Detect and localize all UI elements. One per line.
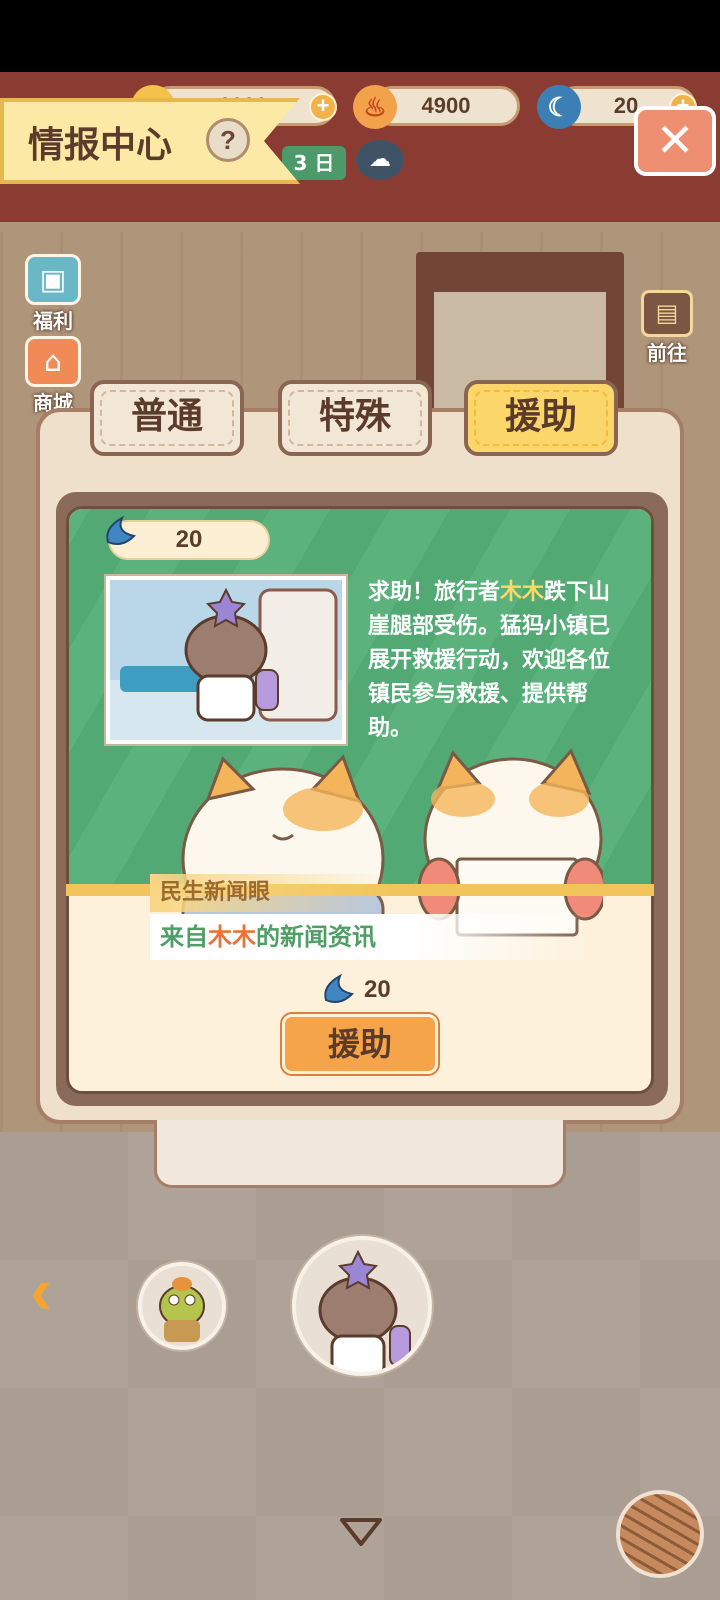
goto-label: 前往 [647,341,687,365]
blue-banana-icon: ☾ [537,85,581,129]
news-story: 求助！旅行者木木跌下山崖腿部受伤。猛犸小镇已展开救援行动，欢迎各位镇民参与救援、… [368,576,630,746]
headline-prefix: 来自 [160,923,208,951]
tab-normal[interactable]: 普通 [90,380,244,456]
story-name: 木木 [500,580,545,605]
previous-character-button[interactable]: ‹ [30,1257,80,1323]
close-button[interactable]: ✕ [634,106,716,176]
headline-name: 木木 [208,923,256,951]
status-bar [0,0,720,72]
reward-value: 20 [175,526,203,553]
fire-icon: ♨ [353,85,397,129]
character-avatar-mammoth[interactable] [292,1236,432,1376]
story-prefix: 求助！旅行者 [368,580,501,605]
sidebar-item-label: 福利 [33,309,73,333]
notice-board-icon: ▤ [641,290,693,337]
headline-suffix: 的新闻资讯 [256,923,376,951]
news-headline: 来自木木的新闻资讯 [150,914,590,960]
blue-banana-icon [324,973,354,1003]
aid-button[interactable]: 援助 [282,1014,438,1074]
tab-special[interactable]: 特殊 [278,380,432,456]
panel-pedestal [154,1120,566,1188]
mammoth-icon [318,1249,411,1372]
sidebar-item-welfare[interactable]: ▣ 福利 [14,254,92,334]
tv-icon: ▣ [25,254,81,305]
chevron-down-icon[interactable] [336,1512,386,1552]
yarn-ball-icon[interactable] [616,1490,704,1578]
news-tag: 民生新闻眼 [150,874,390,912]
news-photo [106,576,346,744]
blue-banana-icon [106,515,136,545]
crocodile-icon [159,1277,205,1342]
sidebar-item-shop[interactable]: ⌂ 商城 [14,336,92,416]
help-button[interactable]: ? [206,118,250,162]
add-coin-button[interactable]: + [309,93,337,121]
character-avatar-crocodile[interactable] [138,1262,226,1350]
shop-icon: ⌂ [25,336,81,387]
page-title: 情报中心 [28,125,173,166]
fire-counter: ♨ 4900 [353,85,520,129]
goto-button[interactable]: ▤ 前往 [630,290,704,366]
tab-aid[interactable]: 援助 [464,380,618,456]
aid-cost-value: 20 [364,976,391,1003]
injured-traveler-illustration [110,580,342,740]
fire-value: 4900 [421,93,471,118]
weather-icon: ☁ [356,140,404,180]
